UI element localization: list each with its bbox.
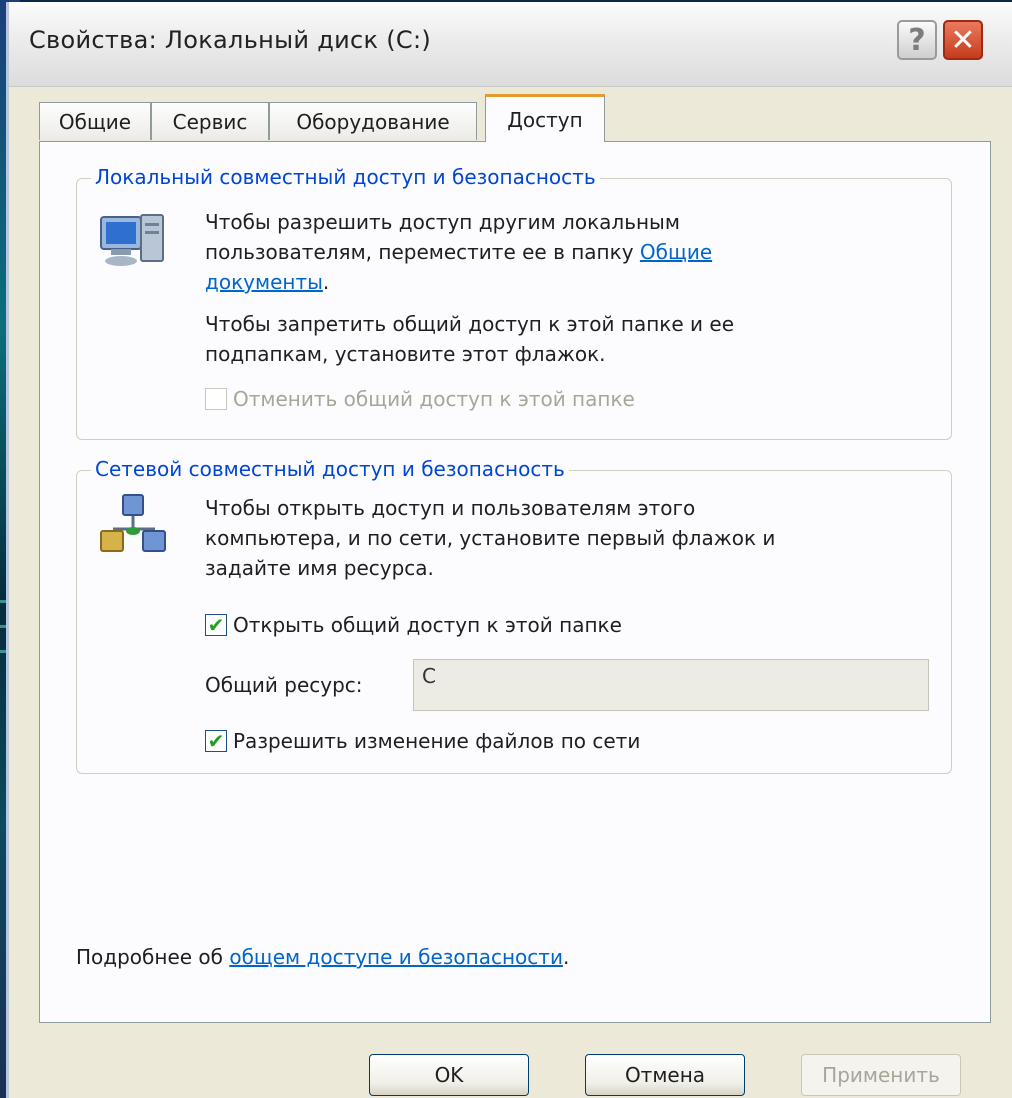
network-text-line3: задайте имя ресурса. [205,556,434,580]
unshare-checkbox[interactable] [205,388,227,410]
close-button[interactable]: ✕ [943,20,983,60]
allow-changes-checkbox-row[interactable]: ✔ Разрешить изменение файлов по сети [205,729,640,753]
share-folder-checkbox[interactable]: ✔ [205,613,227,637]
shared-documents-link-part1[interactable]: Общие [640,240,712,264]
cancel-button[interactable]: Отмена [585,1054,745,1096]
network-sharing-description: Чтобы открыть доступ и пользователям это… [205,493,935,583]
more-info-suffix: . [562,945,570,969]
apply-button[interactable]: Применить [801,1054,961,1096]
restrict-text-line1: Чтобы запретить общий доступ к этой папк… [205,312,735,336]
share-name-field[interactable]: C [413,659,929,711]
help-icon: ? [908,22,926,58]
share-name-label: Общий ресурс: [205,673,363,697]
allow-changes-checkbox[interactable]: ✔ [205,729,227,753]
network-sharing-title: Сетевой совместный доступ и безопасность [91,457,569,481]
share-folder-checkbox-label: Открыть общий доступ к этой папке [233,613,622,637]
help-button[interactable]: ? [897,20,937,60]
shared-documents-link-part2[interactable]: документы [205,270,323,294]
restrict-text-line2: подпапкам, установите этот флажок. [205,342,606,366]
more-info-prefix: Подробнее об [76,945,230,969]
title-bar[interactable]: Свойства: Локальный диск (C:) ? ✕ [9,2,1012,87]
network-text-line1: Чтобы открыть доступ и пользователям это… [205,496,696,520]
local-sharing-title: Локальный совместный доступ и безопаснос… [91,165,600,189]
local-text-line2-body: пользователям, переместите ее в папку [205,240,640,264]
local-text-line2: пользователям, переместите ее в папку Об… [205,237,925,267]
allow-changes-checkbox-label: Разрешить изменение файлов по сети [233,729,641,753]
sharing-security-link[interactable]: общем доступе и безопасности [229,945,563,969]
network-sharing-group: Сетевой совместный доступ и безопасность… [76,457,952,774]
properties-dialog: Свойства: Локальный диск (C:) ? ✕ Общие … [6,2,1012,1098]
tab-sharing[interactable]: Доступ [485,94,605,142]
ok-button[interactable]: OK [369,1054,529,1096]
tab-service[interactable]: Сервис [151,102,269,140]
unshare-checkbox-row[interactable]: Отменить общий доступ к этой папке [205,387,635,411]
tab-hardware[interactable]: Оборудование [269,102,477,140]
local-text-end: . [322,270,330,294]
local-sharing-group: Локальный совместный доступ и безопаснос… [76,165,952,440]
local-restrict-description: Чтобы запретить общий доступ к этой папк… [205,309,925,369]
network-icon [99,493,169,563]
computer-icon [99,209,169,279]
tab-panel-sharing: Локальный совместный доступ и безопаснос… [39,141,991,1023]
network-text-line2: компьютера, и по сети, установите первый… [205,526,776,550]
tab-general[interactable]: Общие [39,102,151,140]
window-title: Свойства: Локальный диск (C:) [29,26,431,54]
unshare-checkbox-label: Отменить общий доступ к этой папке [233,387,635,411]
local-sharing-description: Чтобы разрешить доступ другим локальным … [205,207,925,297]
share-folder-checkbox-row[interactable]: ✔ Открыть общий доступ к этой папке [205,613,622,637]
close-icon: ✕ [950,22,976,58]
more-info-line: Подробнее об общем доступе и безопасност… [76,942,569,972]
local-text-line1: Чтобы разрешить доступ другим локальным [205,210,680,234]
local-text-line3: документы. [205,267,925,297]
